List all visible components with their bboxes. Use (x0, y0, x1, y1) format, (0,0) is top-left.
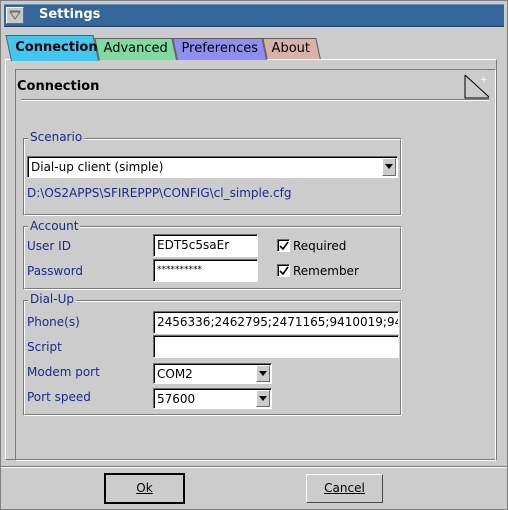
ok-button[interactable]: Ok (104, 473, 185, 504)
scenario-select-value: Dial-up client (simple) (31, 160, 164, 174)
port-speed-select[interactable]: 57600 (153, 388, 272, 409)
ok-button-label: Ok (136, 481, 153, 495)
title-bar-fill: Settings (4, 4, 504, 27)
page-corner-icon[interactable]: + (464, 73, 491, 99)
password-label: Password (27, 264, 84, 278)
tab-preferences-label: Preferences (181, 41, 259, 56)
script-input[interactable] (153, 335, 399, 358)
phones-label: Phone(s) (27, 315, 80, 329)
port-speed-value: 57600 (157, 392, 196, 406)
window-title: Settings (39, 7, 101, 22)
scenario-dropdown-button[interactable] (382, 158, 396, 176)
chevron-down-icon (385, 164, 393, 169)
tab-preferences[interactable]: Preferences (172, 38, 267, 60)
tab-advanced-label: Advanced (103, 41, 168, 56)
title-bar: Settings (1, 1, 507, 28)
scenario-group-label: Scenario (28, 130, 85, 144)
cancel-button[interactable]: Cancel (306, 474, 383, 503)
checkmark-icon (279, 266, 289, 276)
button-bar-divider (1, 466, 507, 468)
user-id-label: User ID (27, 239, 71, 253)
dialup-group-label: Dial-Up (28, 292, 76, 306)
chevron-down-icon (259, 371, 267, 376)
tab-advanced[interactable]: Advanced (94, 38, 177, 60)
required-label: Required (293, 239, 347, 253)
password-input[interactable]: ********** (153, 259, 258, 282)
phones-input[interactable]: 2456336;2462795;2471165;9410019;94267 (153, 311, 399, 334)
remember-label: Remember (293, 264, 359, 278)
tab-connection[interactable]: Connection (5, 35, 100, 61)
modem-port-dropdown-button[interactable] (256, 365, 270, 382)
cancel-button-label: Cancel (324, 481, 365, 495)
tab-strip: About Preferences Advanced Connection (1, 35, 507, 61)
modem-port-value: COM2 (157, 367, 193, 381)
config-path: D:\OS2APPS\SFIREPPP\CONFIG\cl_simple.cfg (27, 186, 292, 200)
tab-connection-label: Connection (15, 40, 98, 55)
account-group-label: Account (28, 219, 81, 233)
modem-port-label: Modem port (27, 365, 100, 379)
system-menu-icon[interactable] (6, 7, 24, 24)
tab-about-label: About (271, 41, 310, 56)
user-id-input[interactable]: EDT5c5saEr (153, 234, 258, 257)
settings-window: Settings About Preferences Advanced Conn… (0, 0, 508, 510)
port-speed-label: Port speed (27, 390, 91, 404)
tab-about[interactable]: About (262, 38, 321, 60)
script-label: Script (27, 340, 62, 354)
required-checkbox[interactable] (277, 239, 290, 252)
svg-text:+: + (480, 75, 488, 85)
chevron-down-icon (259, 396, 267, 401)
remember-checkbox[interactable] (277, 264, 290, 277)
checkmark-icon (279, 241, 289, 251)
port-speed-dropdown-button[interactable] (256, 390, 270, 407)
scenario-select[interactable]: Dial-up client (simple) (27, 156, 398, 178)
modem-port-select[interactable]: COM2 (153, 363, 272, 384)
page-title-divider (21, 99, 489, 101)
